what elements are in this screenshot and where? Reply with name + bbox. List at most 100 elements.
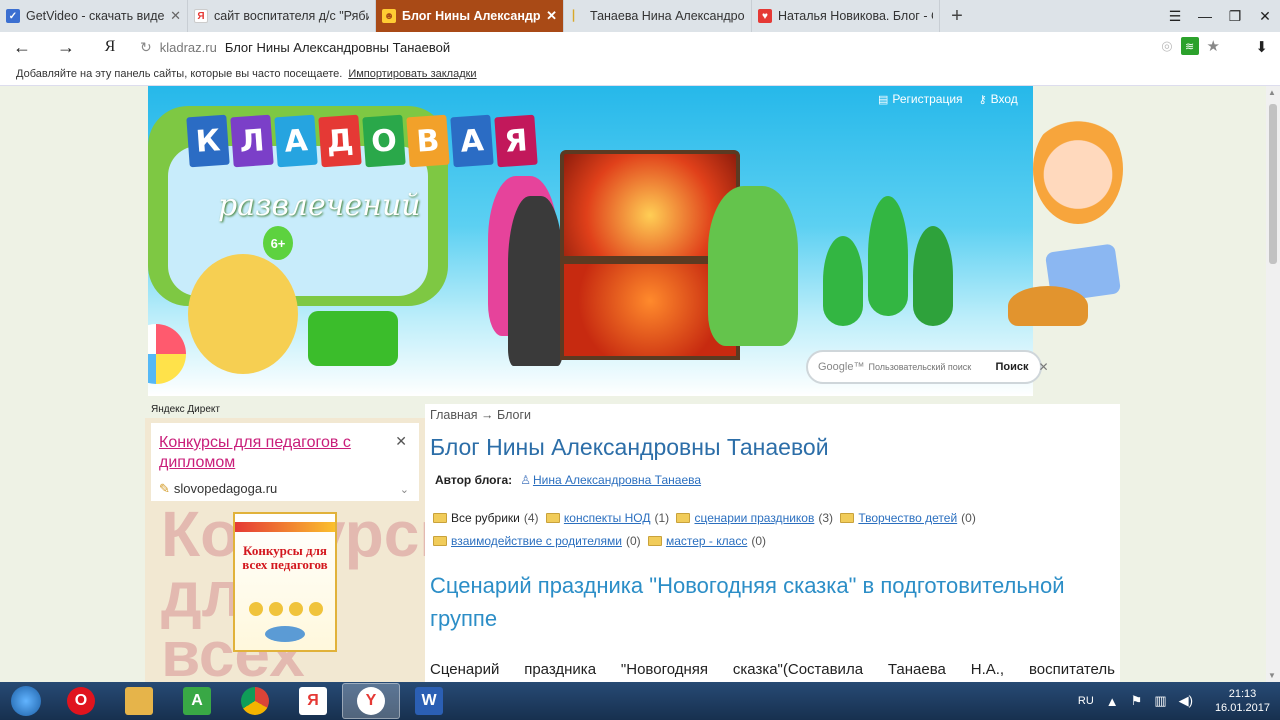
taskbar-opera[interactable]: O bbox=[52, 683, 110, 719]
tab-vospitatel[interactable]: Я сайт воспитателя д/с "Рябин bbox=[188, 0, 376, 32]
window-controls: ☰ — ❐ ✕ bbox=[1160, 0, 1280, 32]
minimize-icon[interactable]: — bbox=[1190, 0, 1220, 32]
close-icon[interactable]: ✕ bbox=[546, 8, 557, 24]
ad-title[interactable]: Конкурсы для педагогов с дипломом bbox=[159, 433, 389, 473]
folder-icon bbox=[545, 513, 560, 523]
show-hidden-icon[interactable]: ▲ bbox=[1106, 694, 1119, 709]
category-item[interactable]: взаимодействие с родителями (0) bbox=[433, 530, 641, 552]
author-link[interactable]: Нина Александровна Танаева bbox=[533, 473, 701, 487]
taskbar-green-a[interactable]: A bbox=[168, 683, 226, 719]
poster-text: Конкурсы для всех педагогов bbox=[242, 543, 328, 572]
author-label: Автор блога: bbox=[435, 473, 513, 487]
close-window-icon[interactable]: ✕ bbox=[1250, 0, 1280, 32]
menu-icon[interactable]: ☰ bbox=[1160, 0, 1190, 32]
back-arrow-icon[interactable]: ← bbox=[0, 32, 44, 62]
chevron-down-icon[interactable]: ⌄ bbox=[400, 483, 409, 496]
navigation-bar: ← → Я ↻ kladraz.ru Блог Нины Александров… bbox=[0, 32, 1280, 62]
new-tab-button[interactable]: + bbox=[940, 0, 974, 32]
close-icon[interactable]: ✕ bbox=[395, 433, 407, 450]
breadcrumb[interactable]: Главная → Блоги bbox=[430, 408, 1120, 422]
tab-getvideo[interactable]: ✓ GetVideo - скачать видео с ✕ bbox=[0, 0, 188, 32]
address-bar[interactable]: ↻ kladraz.ru Блог Нины Александровны Тан… bbox=[140, 35, 1230, 59]
tab-title: Блог Нины Александровн bbox=[402, 9, 541, 23]
register-icon: ▤ bbox=[878, 93, 889, 106]
logo-letter: А bbox=[450, 114, 494, 168]
category-link[interactable]: взаимодействие с родителями bbox=[451, 530, 622, 552]
tab-blog-active[interactable]: ☻ Блог Нины Александровн ✕ bbox=[376, 0, 564, 32]
restore-icon[interactable]: ❐ bbox=[1220, 0, 1250, 32]
scroll-down-icon[interactable]: ▼ bbox=[1268, 671, 1276, 680]
clock-date: 16.01.2017 bbox=[1214, 702, 1270, 714]
page-scrollbar[interactable]: ▲ ▼ bbox=[1266, 86, 1280, 682]
kladraz-icon: ☻ bbox=[382, 9, 396, 23]
scroll-thumb[interactable] bbox=[1269, 104, 1277, 264]
user-icon: ♙ bbox=[520, 473, 531, 487]
ball-illustration bbox=[148, 324, 186, 384]
import-bookmarks-link[interactable]: Импортировать закладки bbox=[348, 68, 476, 80]
taskbar-yandex-browser[interactable]: Y bbox=[342, 683, 400, 719]
language-indicator[interactable]: RU bbox=[1078, 695, 1094, 707]
taskbar-word[interactable]: W bbox=[400, 683, 458, 719]
ad-poster[interactable]: Конкурсы для всех педагогов bbox=[233, 512, 337, 652]
logo-letter: О bbox=[362, 114, 406, 168]
register-link[interactable]: ▤ Регистрация bbox=[878, 92, 963, 106]
yandex-search-icon: Я bbox=[299, 687, 327, 715]
tab-title: Танаева Нина Александро bbox=[590, 9, 745, 23]
tree-illustration bbox=[868, 196, 908, 316]
start-button[interactable] bbox=[0, 682, 52, 720]
auth-links: ▤ Регистрация ⚷ Вход bbox=[878, 92, 1018, 106]
medals-icon bbox=[249, 602, 323, 616]
reload-icon[interactable]: ↻ bbox=[140, 39, 152, 56]
clear-icon[interactable]: ✕ bbox=[1039, 360, 1049, 374]
scroll-up-icon[interactable]: ▲ bbox=[1268, 88, 1276, 97]
post-excerpt: Сценарий праздника "Новогодняя сказка"(С… bbox=[430, 661, 1115, 678]
category-link[interactable]: мастер - класс bbox=[666, 530, 747, 552]
search-button[interactable]: Поиск bbox=[995, 361, 1028, 373]
tab-novikova[interactable]: ♥ Наталья Новикова. Блог - С bbox=[752, 0, 940, 32]
ad-card[interactable]: Конкурсы для педагогов с дипломом ✕ ✎ sl… bbox=[151, 423, 419, 501]
logo-letter: К bbox=[186, 114, 230, 168]
tab-tanaeva[interactable]: ▏ Танаева Нина Александро bbox=[564, 0, 752, 32]
logo-letter: Д bbox=[318, 114, 362, 168]
search-input[interactable] bbox=[868, 362, 986, 372]
bookmarks-hint: Добавляйте на эту панель сайты, которые … bbox=[16, 67, 343, 80]
star-icon[interactable]: ★ bbox=[1207, 37, 1220, 55]
category-link[interactable]: Творчество детей bbox=[858, 507, 957, 529]
forward-arrow-icon[interactable]: → bbox=[44, 32, 88, 62]
category-link[interactable]: конспекты НОД bbox=[564, 507, 651, 529]
login-link[interactable]: ⚷ Вход bbox=[979, 92, 1018, 106]
clock[interactable]: 21:13 16.01.2017 bbox=[1215, 687, 1270, 715]
key-icon: ⚷ bbox=[978, 93, 987, 106]
yandex-home-icon[interactable]: Я bbox=[88, 32, 132, 62]
network-icon[interactable]: ▥ bbox=[1154, 693, 1166, 709]
category-item[interactable]: конспекты НОД (1) bbox=[545, 507, 669, 529]
browser-tab-bar: ✓ GetVideo - скачать видео с ✕ Я сайт во… bbox=[0, 0, 1280, 32]
post-title-link[interactable]: Сценарий праздника "Новогодняя сказка" в… bbox=[430, 569, 1100, 635]
tab-title: Наталья Новикова. Блог - С bbox=[778, 9, 933, 23]
taskbar-chrome[interactable] bbox=[226, 683, 284, 719]
taskbar-explorer[interactable] bbox=[110, 683, 168, 719]
wifi-icon[interactable]: ≋ bbox=[1180, 37, 1199, 55]
toy-train-illustration bbox=[308, 311, 398, 366]
flag-icon[interactable]: ⚑ bbox=[1131, 693, 1143, 709]
site-logo[interactable]: К Л А Д О В А Я bbox=[186, 114, 538, 168]
tab-title: GetVideo - скачать видео с bbox=[26, 9, 165, 23]
category-item[interactable]: мастер - класс (0) bbox=[647, 530, 766, 552]
volume-icon[interactable]: ◀) bbox=[1179, 693, 1193, 709]
download-icon[interactable]: ⬇ bbox=[1255, 38, 1268, 56]
ad-url[interactable]: ✎ slovopedagoga.ru bbox=[159, 481, 277, 497]
close-icon[interactable]: ✕ bbox=[170, 8, 181, 24]
yandex-icon: Я bbox=[194, 9, 208, 23]
heart-icon: ♥ bbox=[758, 9, 772, 23]
taskbar-yandex-search[interactable]: Я bbox=[284, 683, 342, 719]
clock-time: 21:13 bbox=[1228, 688, 1257, 700]
category-link[interactable]: сценарии праздников bbox=[694, 507, 814, 529]
windows-taskbar: O A Я Y W RU ▲ ⚑ ▥ ◀) 21:13 16.01.2017 bbox=[0, 682, 1280, 720]
protect-icon[interactable]: ◎ bbox=[1161, 38, 1172, 54]
logo-letter: Л bbox=[230, 114, 274, 168]
tree-illustration bbox=[823, 236, 863, 326]
category-item[interactable]: Творчество детей (0) bbox=[840, 507, 976, 529]
teddy-bear-illustration bbox=[188, 254, 298, 374]
excerpt-word: сказка"(Составила bbox=[732, 661, 864, 678]
category-item[interactable]: сценарии праздников (3) bbox=[676, 507, 833, 529]
